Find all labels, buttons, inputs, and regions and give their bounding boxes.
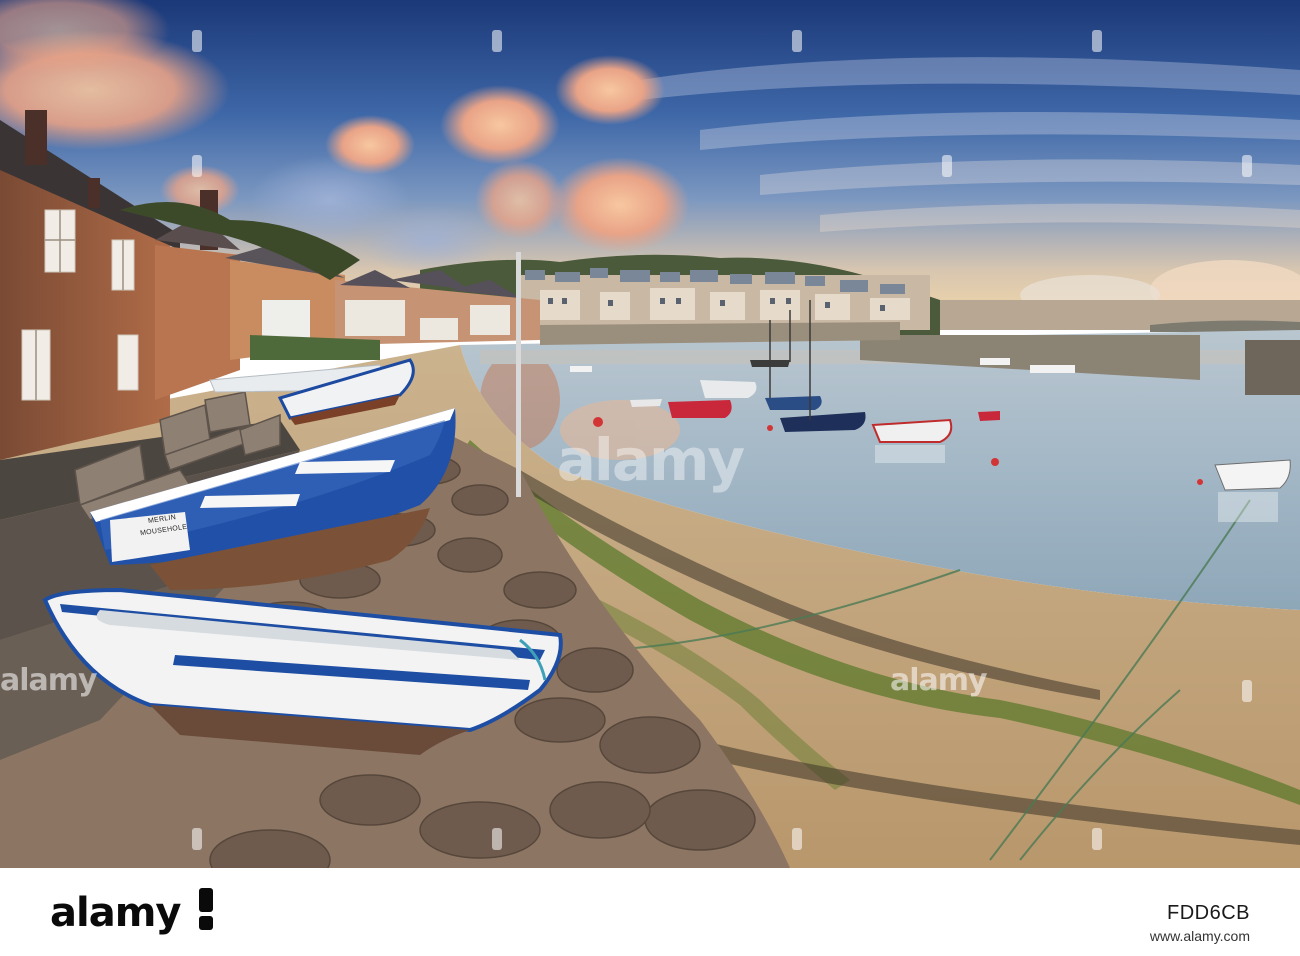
footer-logo-text: alamy [50,890,181,936]
watermark-dot [1242,155,1252,177]
watermark-dot [192,155,202,177]
watermark-dot [1242,680,1252,702]
watermark-dot [192,828,202,850]
watermark-dot [492,828,502,850]
watermark-center: alamy [556,426,745,494]
footer-logo[interactable]: alamy [50,888,215,936]
watermark-dot [492,30,502,52]
watermark-dot [792,828,802,850]
distant-town [520,268,930,330]
watermark-dot [792,30,802,52]
watermark-right: alamy [890,663,988,698]
watermark-left: alamy [0,663,98,698]
footer-url[interactable]: www.alamy.com [1150,928,1250,944]
watermark-dot [942,155,952,177]
watermark-dot [1092,828,1102,850]
footer-bar: alamy FDD6CB www.alamy.com [0,868,1300,956]
flagpole [516,252,521,497]
watermark-dot [192,30,202,52]
alamy-logo-icon [199,888,214,930]
image-id: FDD6CB [1166,902,1250,924]
photo: MERLIN MOUSEHOLE alamy alamy alamy [0,0,1300,868]
watermark-dot [1092,30,1102,52]
